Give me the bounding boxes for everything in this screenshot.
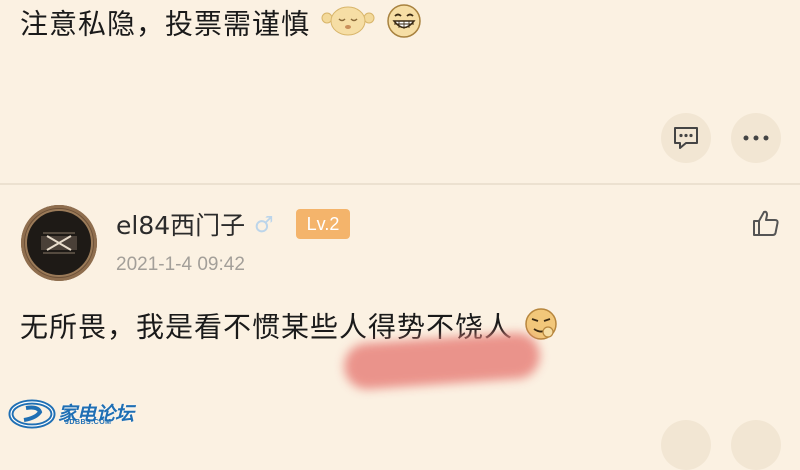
watermark-logo: 家电论坛 JDBBS.COM [8,398,148,430]
more-button-2[interactable] [731,420,781,470]
watermark-subtitle: JDBBS.COM [65,419,112,426]
avatar[interactable] [21,205,97,281]
comment-icon [674,127,698,149]
comment-button-2[interactable] [661,420,711,470]
post-timestamp: 2021-1-4 09:42 [116,254,245,275]
like-button[interactable] [751,208,781,238]
post-1-text: 注意私隐，投票需谨慎 [20,7,311,41]
more-button[interactable] [731,113,781,163]
post-divider [0,183,800,185]
username[interactable]: el84西门子 [116,210,245,242]
comment-button[interactable] [661,113,711,163]
level-badge: Lv.2 [296,209,350,239]
watermark-swoosh-icon [8,399,56,429]
sleep-emoji-icon [320,4,376,47]
grin-emoji-icon [386,4,422,47]
thumbs-up-icon [753,210,779,236]
more-icon [743,135,769,141]
gender-icon: ♂ [254,213,274,238]
